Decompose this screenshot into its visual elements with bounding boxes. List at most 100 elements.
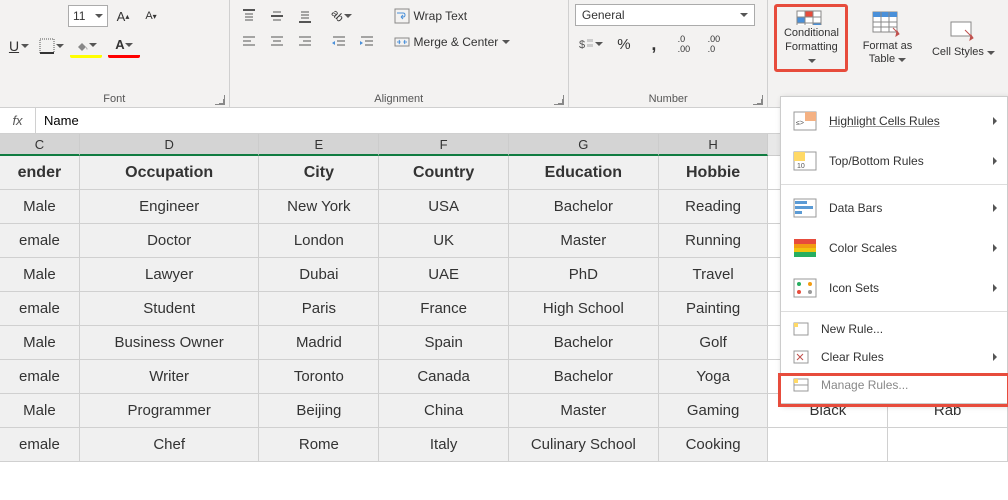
number-dialog-launcher[interactable] [753,95,763,105]
cell[interactable]: Culinary School [509,428,659,462]
cell[interactable]: Canada [379,360,509,394]
align-middle-button[interactable] [264,4,290,28]
cell[interactable]: Master [509,394,659,428]
cell[interactable]: UAE [379,258,509,292]
col-header-c[interactable]: C [0,134,80,156]
col-header-g[interactable]: G [509,134,659,156]
menu-color-scales[interactable]: Color Scales [781,228,1007,268]
cell[interactable]: Italy [379,428,509,462]
cell[interactable]: Cooking [659,428,769,462]
menu-highlight-cells[interactable]: ≤> Highlight Cells Rules [781,101,1007,141]
cell[interactable]: Painting [659,292,769,326]
cell[interactable]: Toronto [259,360,379,394]
cell[interactable]: Yoga [659,360,769,394]
cell[interactable]: Bachelor [509,190,659,224]
cell[interactable]: Programmer [80,394,260,428]
percent-button[interactable]: % [611,32,637,56]
cell[interactable]: London [259,224,379,258]
number-format-select[interactable]: General [575,4,755,26]
align-bottom-button[interactable] [292,4,318,28]
cell[interactable]: Bachelor [509,360,659,394]
cell[interactable]: USA [379,190,509,224]
cell[interactable]: Engineer [80,190,260,224]
cell[interactable]: Dubai [259,258,379,292]
cell[interactable]: Rome [259,428,379,462]
cell[interactable]: Lawyer [80,258,260,292]
comma-button[interactable]: , [641,32,667,56]
cell[interactable] [768,428,888,462]
col-header-f[interactable]: F [379,134,509,156]
cell[interactable]: ender [0,156,80,190]
cell[interactable]: emale [0,428,80,462]
format-as-table-button[interactable]: Format as Table [850,4,924,72]
cell[interactable]: Country [379,156,509,190]
font-size-input[interactable]: 11 [68,5,108,27]
fill-color-button[interactable] [70,34,102,58]
cell[interactable]: Reading [659,190,769,224]
merge-center-button[interactable]: Merge & Center [388,30,517,54]
font-color-button[interactable]: A [108,34,140,58]
cell[interactable]: PhD [509,258,659,292]
underline-button[interactable]: U [6,34,32,58]
align-right-button[interactable] [292,30,318,54]
cell[interactable]: Male [0,190,80,224]
cell[interactable]: Doctor [80,224,260,258]
cell[interactable]: Business Owner [80,326,260,360]
cell[interactable]: Male [0,258,80,292]
increase-indent-button[interactable] [354,30,380,54]
cell[interactable]: Chef [80,428,260,462]
cell[interactable]: Hobbie [659,156,769,190]
align-top-button[interactable] [236,4,262,28]
wrap-text-button[interactable]: Wrap Text [388,4,517,28]
cell[interactable]: Running [659,224,769,258]
menu-manage-rules[interactable]: Manage Rules... [781,371,1007,399]
cell[interactable]: emale [0,224,80,258]
menu-new-rule[interactable]: New Rule... [781,315,1007,343]
cell[interactable]: New York [259,190,379,224]
align-left-button[interactable] [236,30,262,54]
orientation-button[interactable]: ab [326,4,358,28]
cell[interactable]: Beijing [259,394,379,428]
cell[interactable]: Bachelor [509,326,659,360]
cell[interactable]: Travel [659,258,769,292]
conditional-formatting-button[interactable]: ≠ Conditional Formatting [774,4,848,72]
menu-icon-sets[interactable]: Icon Sets [781,268,1007,308]
cell-styles-button[interactable]: Cell Styles [926,4,1000,72]
col-header-d[interactable]: D [80,134,260,156]
cell[interactable]: emale [0,360,80,394]
menu-data-bars[interactable]: Data Bars [781,188,1007,228]
cell[interactable]: Student [80,292,260,326]
align-center-button[interactable] [264,30,290,54]
cell[interactable]: Male [0,326,80,360]
alignment-dialog-launcher[interactable] [554,95,564,105]
accounting-format-button[interactable]: $ [575,32,607,56]
cell[interactable]: City [259,156,379,190]
cell[interactable]: Master [509,224,659,258]
increase-font-button[interactable]: A▴ [110,4,136,28]
menu-clear-rules[interactable]: Clear Rules [781,343,1007,371]
cell[interactable]: Spain [379,326,509,360]
cell[interactable]: Education [509,156,659,190]
decrease-font-button[interactable]: A▾ [138,4,164,28]
cell[interactable]: Madrid [259,326,379,360]
border-button[interactable] [38,34,64,58]
menu-top-bottom[interactable]: 10 Top/Bottom Rules [781,141,1007,181]
cell[interactable]: High School [509,292,659,326]
cell[interactable]: emale [0,292,80,326]
cell[interactable]: France [379,292,509,326]
cell[interactable] [888,428,1008,462]
decrease-decimal-button[interactable]: .00.0 [701,32,727,56]
cell[interactable]: Occupation [80,156,260,190]
fx-label[interactable]: fx [0,108,36,133]
col-header-e[interactable]: E [259,134,379,156]
font-dialog-launcher[interactable] [215,95,225,105]
cell[interactable]: Gaming [659,394,769,428]
cell[interactable]: Paris [259,292,379,326]
increase-decimal-button[interactable]: .0.00 [671,32,697,56]
col-header-h[interactable]: H [659,134,769,156]
cell[interactable]: China [379,394,509,428]
cell[interactable]: Male [0,394,80,428]
cell[interactable]: UK [379,224,509,258]
cell[interactable]: Writer [80,360,260,394]
cell[interactable]: Golf [659,326,769,360]
